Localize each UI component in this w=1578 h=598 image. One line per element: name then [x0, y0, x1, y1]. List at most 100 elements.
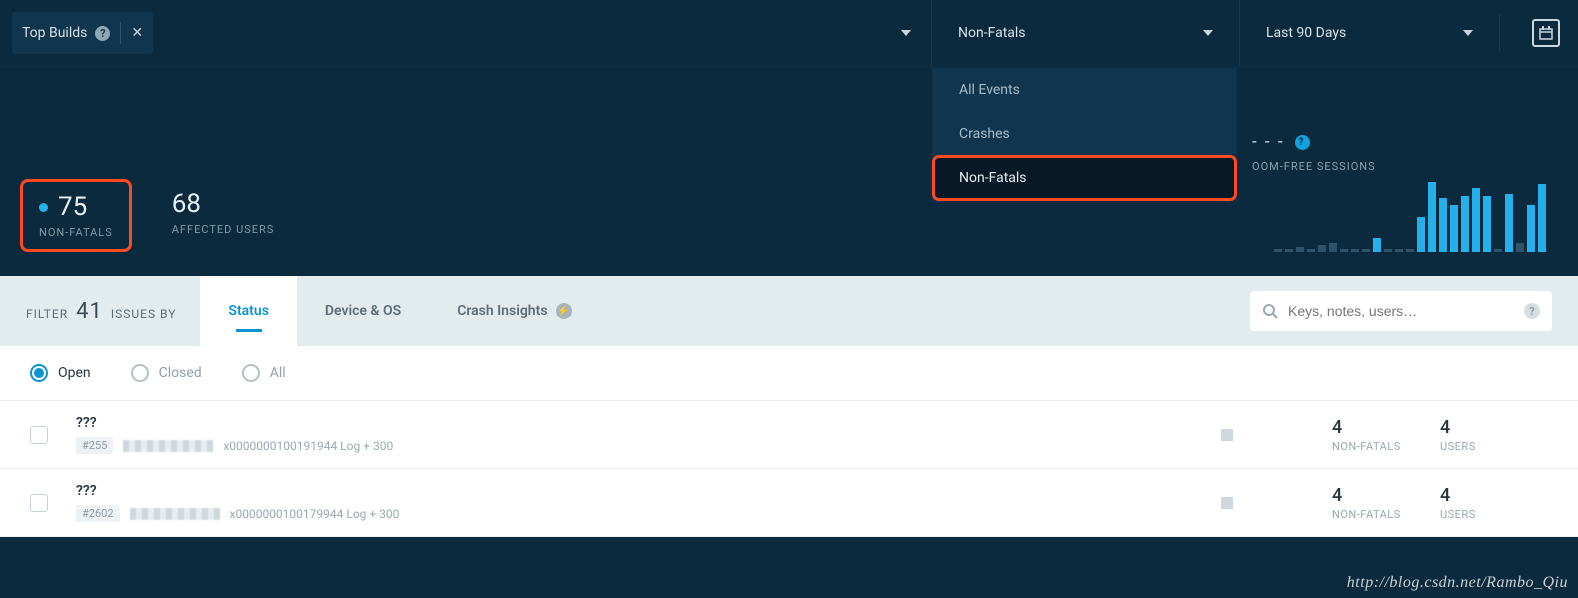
- issue-main: ??? #255 x0000000100191944 Log + 300: [76, 415, 1122, 454]
- tab-status[interactable]: Status: [200, 276, 296, 346]
- dropdown-item-all-events[interactable]: All Events: [933, 68, 1236, 112]
- tab-insights-label: Crash Insights: [457, 303, 547, 319]
- search-box[interactable]: ?: [1250, 291, 1552, 331]
- search-icon: [1262, 303, 1278, 319]
- date-range-dropdown[interactable]: Last 90 Days: [1239, 0, 1499, 66]
- issue-sparkline: [1122, 429, 1332, 441]
- tab-device-label: Device & OS: [325, 303, 401, 319]
- dot-icon: [39, 203, 48, 212]
- spark-bar: [1472, 188, 1480, 252]
- radio-icon: [242, 364, 260, 382]
- checkbox[interactable]: [30, 494, 48, 512]
- spark-bar: [1538, 184, 1546, 252]
- issue-tag: #255: [76, 437, 113, 454]
- spark-bar: [1417, 217, 1425, 252]
- event-type-dropdown[interactable]: Non-Fatals All Events Crashes Non-Fatals: [931, 0, 1239, 66]
- radio-all[interactable]: All: [242, 364, 286, 382]
- chevron-down-icon: [1463, 30, 1473, 36]
- affected-users-label: AFFECTED USERS: [172, 223, 275, 236]
- spark-bar: [1318, 245, 1326, 252]
- top-bar: Top Builds ? ✕ Non-Fatals All Events Cra…: [0, 0, 1578, 66]
- status-filter-row: Open Closed All: [0, 346, 1578, 401]
- spark-bar: [1461, 196, 1469, 252]
- chevron-down-icon[interactable]: [901, 30, 911, 36]
- oom-label: OOM-FREE SESSIONS: [1252, 160, 1552, 173]
- radio-open[interactable]: Open: [30, 364, 91, 382]
- issue-nonfatals-col: 4 NON-FATALS: [1332, 417, 1440, 453]
- calendar-icon[interactable]: [1532, 19, 1560, 47]
- spark-bar: [1373, 238, 1381, 252]
- spark-bar: [1483, 196, 1491, 252]
- search-input[interactable]: [1288, 303, 1514, 319]
- issue-row[interactable]: ??? #2602 x0000000100179944 Log + 300 4 …: [0, 469, 1578, 537]
- filter-tabs-row: FILTER 41 ISSUES BY Status Device & OS C…: [0, 276, 1578, 346]
- issue-nonfatals-label: NON-FATALS: [1332, 508, 1440, 521]
- spark-bar: [1428, 182, 1436, 252]
- oom-free-sessions-stat: - - -? OOM-FREE SESSIONS: [1252, 114, 1552, 173]
- affected-users-value: 68: [172, 189, 201, 219]
- spark-bar: [1274, 249, 1282, 252]
- issue-nonfatals-value: 4: [1332, 485, 1440, 506]
- issue-users-label: USERS: [1440, 508, 1548, 521]
- dropdown-item-non-fatals[interactable]: Non-Fatals: [933, 156, 1236, 200]
- builds-filter-label: Top Builds: [22, 25, 87, 41]
- close-icon[interactable]: ✕: [131, 25, 143, 41]
- affected-users-stat: 68 AFFECTED USERS: [156, 179, 291, 252]
- radio-closed-label: Closed: [159, 365, 202, 381]
- spark-bar: [1450, 205, 1458, 252]
- radio-icon: [131, 364, 149, 382]
- issue-nonfatals-label: NON-FATALS: [1332, 440, 1440, 453]
- lightning-icon: ⚡: [556, 303, 572, 319]
- issue-main: ??? #2602 x0000000100179944 Log + 300: [76, 483, 1122, 522]
- issue-nonfatals-col: 4 NON-FATALS: [1332, 485, 1440, 521]
- event-type-value: Non-Fatals: [958, 25, 1026, 41]
- spark-bar: [1285, 249, 1293, 252]
- stats-band: - - -? OOM-FREE SESSIONS 75 NON-FATALS 6…: [0, 66, 1578, 276]
- issue-users-label: USERS: [1440, 440, 1548, 453]
- event-type-menu: All Events Crashes Non-Fatals: [931, 66, 1238, 202]
- dropdown-item-crashes[interactable]: Crashes: [933, 112, 1236, 156]
- spark-bar: [1351, 249, 1359, 252]
- issue-users-value: 4: [1440, 485, 1548, 506]
- watermark: http://blog.csdn.net/Rambo_Qiu: [1347, 574, 1568, 592]
- spark-bar: [1384, 249, 1392, 252]
- issue-users-col: 4 USERS: [1440, 485, 1548, 521]
- radio-open-label: Open: [58, 365, 91, 381]
- nonfatals-stat: 75 NON-FATALS: [20, 179, 132, 252]
- issue-users-value: 4: [1440, 417, 1548, 438]
- spark-bar: [1505, 194, 1513, 252]
- filter-count: 41: [72, 299, 107, 324]
- issue-title: ???: [76, 483, 1122, 499]
- issue-row[interactable]: ??? #255 x0000000100191944 Log + 300 4 N…: [0, 401, 1578, 469]
- sparkline-chart: [1274, 182, 1552, 252]
- spark-bar: [1406, 249, 1414, 252]
- chevron-down-icon: [1203, 30, 1213, 36]
- help-icon[interactable]: ?: [1295, 135, 1310, 150]
- radio-closed[interactable]: Closed: [131, 364, 202, 382]
- spark-bar: [1395, 249, 1403, 252]
- nonfatals-value: 75: [58, 192, 87, 222]
- nonfatals-label: NON-FATALS: [39, 226, 113, 239]
- spark-bar: [1494, 249, 1502, 252]
- tab-device-os[interactable]: Device & OS: [297, 276, 429, 346]
- issue-title: ???: [76, 415, 1122, 431]
- redacted-text: [130, 508, 220, 520]
- builds-filter-chip[interactable]: Top Builds ? ✕: [12, 12, 153, 54]
- tab-crash-insights[interactable]: Crash Insights ⚡: [429, 276, 599, 346]
- spark-bar: [1340, 249, 1348, 252]
- issue-sparkline: [1122, 497, 1332, 509]
- spark-bar: [1296, 247, 1304, 252]
- issue-nonfatals-value: 4: [1332, 417, 1440, 438]
- date-range-value: Last 90 Days: [1266, 25, 1346, 41]
- checkbox[interactable]: [30, 426, 48, 444]
- spark-bar: [1307, 249, 1315, 252]
- issue-detail: x0000000100179944 Log + 300: [230, 507, 400, 521]
- spark-bar: [1439, 198, 1447, 252]
- help-icon[interactable]: ?: [1524, 303, 1540, 319]
- spark-bar: [1527, 205, 1535, 252]
- radio-icon: [30, 364, 48, 382]
- filter-prefix: FILTER: [26, 307, 68, 321]
- help-icon[interactable]: ?: [95, 26, 110, 41]
- filter-count-text: FILTER 41 ISSUES BY: [26, 299, 176, 324]
- issues-section: FILTER 41 ISSUES BY Status Device & OS C…: [0, 276, 1578, 537]
